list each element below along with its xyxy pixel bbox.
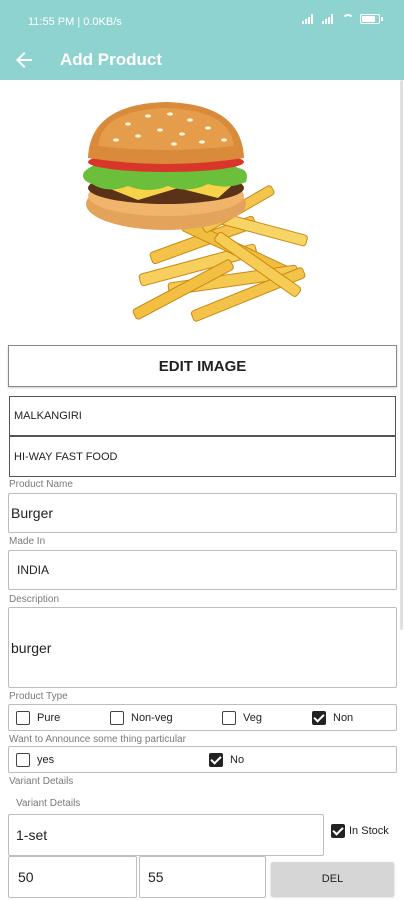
page-title: Add Product	[60, 50, 162, 69]
product-name-value: Burger	[11, 505, 54, 521]
product-name-label: Product Name	[9, 479, 73, 490]
announce-label: Want to Announce some thing particular	[9, 734, 186, 745]
veg-checkbox[interactable]	[222, 711, 236, 725]
pure-checkbox[interactable]	[16, 711, 30, 725]
variant-price1-input[interactable]: 50	[8, 856, 137, 898]
non-veg-label: Non-veg	[131, 712, 173, 724]
arrow-left-icon[interactable]	[12, 48, 36, 72]
wifi-icon	[342, 14, 354, 24]
app-bar: Add Product	[0, 40, 404, 80]
scrollbar[interactable]	[400, 80, 403, 630]
description-input[interactable]: burger	[8, 607, 397, 688]
made-in-value: INDIA	[17, 563, 50, 577]
variant-name-input[interactable]: 1-set	[8, 814, 324, 856]
made-in-input[interactable]: INDIA	[8, 550, 397, 590]
product-type-group: Pure Non-veg Veg Non	[8, 704, 397, 731]
product-type-pure[interactable]: Pure	[16, 711, 60, 725]
yes-checkbox[interactable]	[16, 753, 30, 767]
battery-icon	[360, 14, 383, 24]
product-type-non[interactable]: Non	[312, 711, 353, 725]
yes-label: yes	[37, 754, 55, 766]
in-stock-label: In Stock	[349, 825, 389, 837]
burger-fries-image	[83, 102, 308, 322]
no-checkbox[interactable]	[209, 753, 223, 767]
no-label: No	[230, 754, 245, 766]
signal-icon	[302, 14, 316, 24]
variant-section-label: Variant Details	[9, 776, 74, 787]
shop-name-text: HI-WAY FAST FOOD	[14, 450, 118, 463]
non-checkbox[interactable]	[312, 711, 326, 725]
status-time: 11:55 PM | 0.0KB/s	[28, 16, 122, 28]
product-type-label: Product Type	[9, 691, 68, 702]
veg-label: Veg	[243, 712, 262, 724]
variant-price2-value: 55	[148, 869, 164, 885]
signal-icon	[322, 14, 336, 24]
pure-label: Pure	[37, 712, 61, 724]
product-image[interactable]	[78, 84, 328, 334]
status-icons	[302, 14, 383, 24]
edit-image-button[interactable]: EDIT IMAGE	[8, 345, 397, 387]
variant-details-label: Variant Details	[16, 798, 81, 809]
shop-name-field[interactable]: HI-WAY FAST FOOD	[9, 436, 396, 477]
announce-group: yes No	[8, 746, 397, 773]
status-bar: 11:55 PM | 0.0KB/s	[0, 0, 404, 40]
in-stock-checkbox[interactable]	[331, 824, 345, 838]
made-in-label: Made In	[9, 536, 46, 547]
product-type-veg[interactable]: Veg	[222, 711, 262, 725]
variant-name-value: 1-set	[16, 827, 48, 843]
announce-yes[interactable]: yes	[16, 753, 54, 767]
location-field[interactable]: MALKANGIRI	[9, 396, 396, 436]
delete-variant-button[interactable]: DEL	[271, 862, 394, 896]
variant-price1-value: 50	[18, 869, 34, 885]
description-value: burger	[11, 639, 52, 656]
announce-no[interactable]: No	[209, 753, 244, 767]
location-text: MALKANGIRI	[14, 410, 82, 422]
product-type-non-veg[interactable]: Non-veg	[110, 711, 173, 725]
product-name-input[interactable]: Burger	[8, 493, 397, 533]
variant-price2-input[interactable]: 55	[139, 856, 266, 898]
description-label: Description	[9, 594, 60, 605]
non-veg-checkbox[interactable]	[110, 711, 124, 725]
in-stock-toggle[interactable]: In Stock	[331, 824, 389, 838]
non-label: Non	[333, 712, 354, 724]
